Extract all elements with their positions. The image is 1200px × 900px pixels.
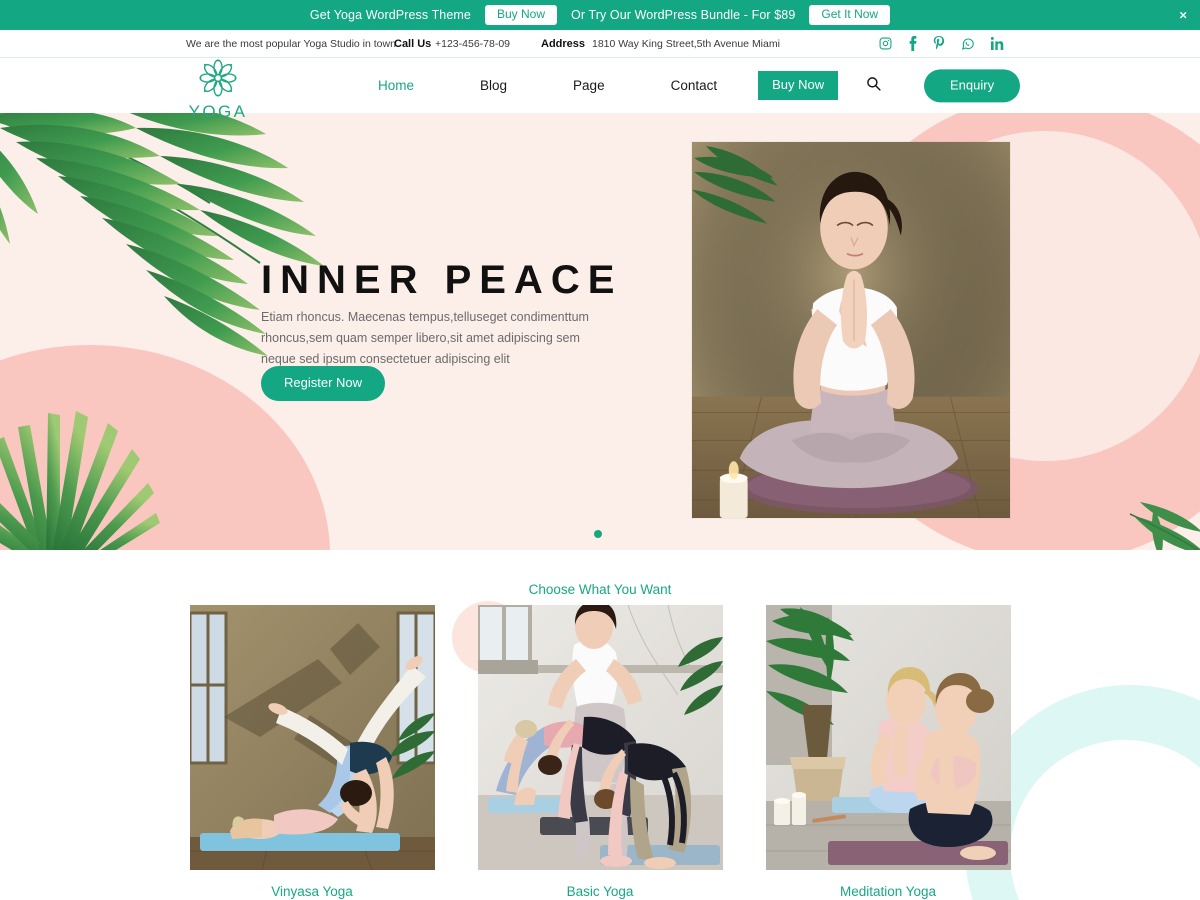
search-icon[interactable] <box>866 76 881 96</box>
promo-text-bundle: Or Try Our WordPress Bundle - For $89 <box>571 8 796 22</box>
slider-dot[interactable] <box>594 530 602 538</box>
nav-item-home[interactable]: Home <box>345 78 447 93</box>
service-card[interactable]: Meditation Yoga <box>765 605 1011 899</box>
hero-description: Etiam rhoncus. Maecenas tempus,tellusege… <box>261 310 589 366</box>
service-card-label[interactable]: Basic Yoga <box>478 884 723 899</box>
service-card-image <box>477 605 723 870</box>
page-root: Get Yoga WordPress Theme Buy Now Or Try … <box>0 0 1200 900</box>
service-card[interactable]: Vinyasa Yoga <box>189 605 435 899</box>
fan-palm-decoration <box>0 391 230 550</box>
address-value: 1810 Way King Street,5th Avenue Miami <box>592 37 780 50</box>
hero-section: INNER PEACE Etiam rhoncus. Maecenas temp… <box>0 113 1200 550</box>
promo-get-it-now-button[interactable]: Get It Now <box>809 4 891 26</box>
services-subtitle: Choose What You Want <box>528 582 672 597</box>
nav-item-blog[interactable]: Blog <box>447 78 540 93</box>
service-card[interactable]: Basic Yoga <box>477 605 723 899</box>
nav-item-contact[interactable]: Contact <box>638 78 751 93</box>
facebook-icon[interactable] <box>908 36 917 51</box>
nav-links: Home Blog Page Contact Buy Now <box>345 58 839 113</box>
address-label: Address <box>541 37 586 50</box>
linkedin-icon[interactable] <box>991 37 1004 50</box>
call-label: Call Us <box>394 37 432 50</box>
small-leaf-decoration <box>1100 488 1200 550</box>
social-links <box>879 36 1004 51</box>
mandala-flower-icon <box>194 57 242 104</box>
logo-text: YOGA <box>188 102 248 121</box>
site-logo[interactable]: YOGA <box>189 57 245 122</box>
service-card-label[interactable]: Meditation Yoga <box>766 884 1011 899</box>
nav-item-page[interactable]: Page <box>540 78 638 93</box>
tagline-text: We are the most popular Yoga Studio in t… <box>186 37 399 50</box>
service-card-image <box>765 605 1011 870</box>
hero-title: INNER PEACE <box>261 258 623 302</box>
promo-text-theme: Get Yoga WordPress Theme <box>309 8 471 22</box>
register-now-button[interactable]: Register Now <box>261 366 386 402</box>
close-icon[interactable]: × <box>1179 9 1187 22</box>
main-navbar: YOGA Home Blog Page Contact Buy Now Enqu… <box>0 58 1200 121</box>
promo-bar: Get Yoga WordPress Theme Buy Now Or Try … <box>0 0 1200 30</box>
whatsapp-icon[interactable] <box>961 37 975 51</box>
nav-buy-now-button[interactable]: Buy Now <box>758 70 839 101</box>
instagram-icon[interactable] <box>879 37 892 50</box>
hero-image <box>691 141 1011 519</box>
promo-buy-now-button[interactable]: Buy Now <box>484 4 558 26</box>
info-bar: We are the most popular Yoga Studio in t… <box>0 30 1200 58</box>
phone-number[interactable]: +123-456-78-09 <box>435 38 510 50</box>
service-card-label[interactable]: Vinyasa Yoga <box>190 884 435 899</box>
service-card-image <box>189 605 435 870</box>
pinterest-icon[interactable] <box>933 36 945 51</box>
services-card-list: Vinyasa Yoga Basic Yoga Meditation Yoga <box>0 605 1200 899</box>
enquiry-button[interactable]: Enquiry <box>924 68 1021 103</box>
services-section: OUR SERVICES Choose What You Want <box>0 505 1200 900</box>
